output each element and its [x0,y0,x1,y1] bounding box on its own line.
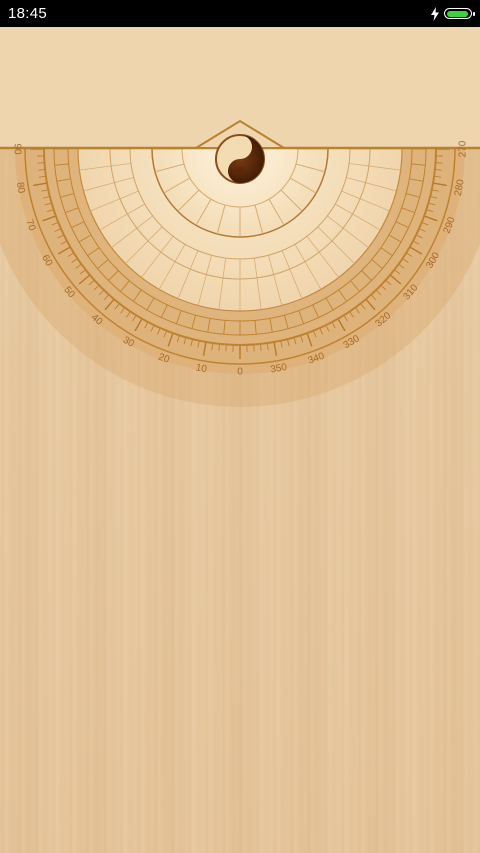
status-bar: 18:45 [0,0,480,27]
battery-nub [473,11,475,16]
charging-bolt-icon [431,6,439,21]
luopan-compass: 0102030405060708090 270280290300310320330… [0,27,480,407]
wood-background: 0 10 20 30 40 50 60 70 80 90 270 280 290 300 310 320 330… [0,27,480,853]
battery-level-fill [446,10,469,17]
yin-yang-icon [215,134,265,184]
status-icons [430,5,475,22]
degree-label: 270 [458,140,469,157]
status-time: 18:45 [8,5,48,22]
battery-icon [444,8,475,19]
degree-label: 90 [11,143,22,155]
degree-label: 0 [237,367,243,378]
